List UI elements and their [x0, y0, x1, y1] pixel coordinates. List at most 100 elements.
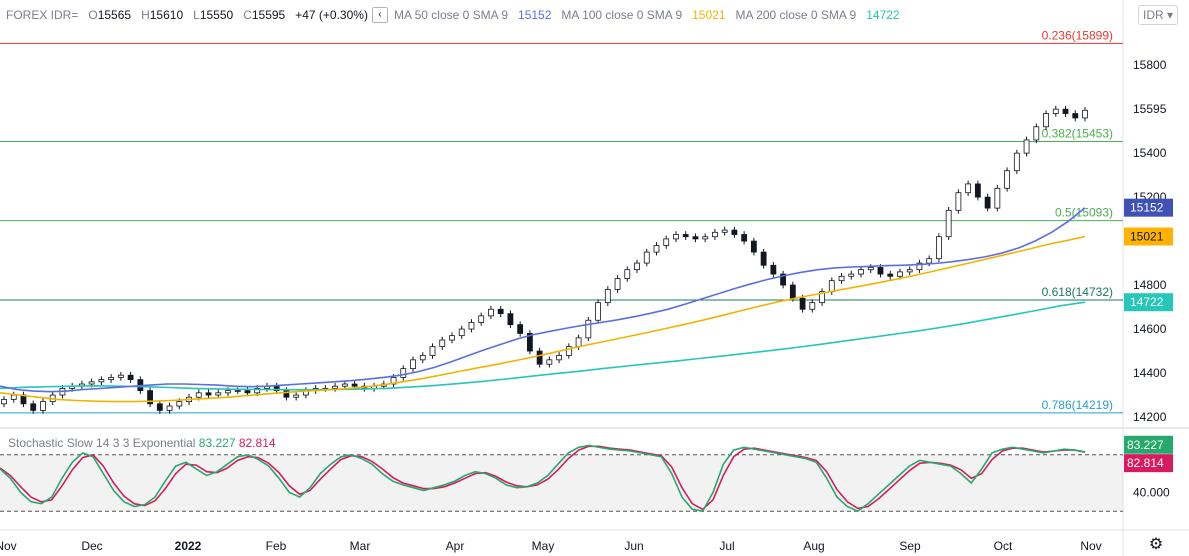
candle-body	[458, 328, 465, 337]
candle-body	[332, 385, 339, 389]
candle-body	[643, 251, 650, 264]
high-label: H	[141, 8, 150, 22]
moving-averages	[0, 207, 1086, 403]
fib-label: 0.236(15899)	[1042, 28, 1113, 42]
candle-body	[244, 390, 251, 394]
candle-body	[682, 234, 689, 238]
candle-body	[828, 280, 835, 293]
candle-body	[789, 284, 796, 299]
candle-body	[536, 350, 543, 365]
candle-body	[293, 394, 300, 398]
low-label: L	[193, 8, 200, 22]
candle-body	[1004, 170, 1010, 189]
close-value: 15595	[251, 8, 286, 22]
time-tick-label: Mar	[350, 539, 371, 553]
candle-body	[400, 368, 407, 378]
ma100-value: 15021	[692, 8, 726, 22]
time-tick-label: Dec	[81, 539, 102, 553]
candle-body	[10, 394, 17, 400]
gear-icon[interactable]: ⚙	[1147, 536, 1165, 554]
price-tick-label: 14400	[1133, 366, 1167, 380]
candle-body	[1, 399, 7, 405]
ma50-label: MA 50 close 0 SMA 9	[393, 8, 509, 22]
candle-body	[205, 392, 212, 396]
time-tick-label: May	[532, 539, 555, 553]
candle-body	[1043, 113, 1049, 128]
price-chart[interactable]: 0.236(15899)0.382(15453)0.5(15093)0.618(…	[0, 0, 1189, 556]
price-marker-label: 14722	[1130, 295, 1164, 309]
candle-body	[673, 234, 679, 240]
candle-body	[936, 236, 942, 260]
candle-body	[760, 251, 767, 266]
price-tick-label: 14600	[1133, 322, 1167, 336]
currency-select-value: IDR	[1143, 8, 1164, 22]
candle-body	[838, 275, 845, 282]
chart-legend: FOREX IDR= O 15565 H 15610 L 15550 C 15595 +…	[6, 7, 900, 23]
candle-body	[906, 269, 913, 273]
candle-body	[897, 271, 903, 277]
candle-body	[419, 355, 426, 361]
time-tick-label: 2022	[175, 539, 202, 553]
close-label: C	[243, 8, 252, 22]
time-tick-label: Nov	[1080, 539, 1101, 553]
candle-body	[984, 196, 991, 209]
candle-body	[166, 405, 173, 411]
candle-body	[507, 313, 514, 326]
price-tick-label: 14200	[1133, 410, 1167, 424]
candle-body	[341, 383, 348, 387]
time-tick-label: Nov	[0, 539, 17, 553]
candle-body	[410, 359, 416, 370]
ma200-label: MA 200 close 0 SMA 9	[735, 8, 857, 22]
ma100-label: MA 100 close 0 SMA 9	[561, 8, 683, 22]
candle-body	[439, 339, 446, 348]
candle-body	[98, 379, 105, 383]
candle-body	[478, 315, 485, 323]
currency-select[interactable]: IDR ▾	[1138, 5, 1178, 25]
candle-body	[575, 337, 582, 348]
candle-body	[215, 392, 222, 396]
time-tick-label: Jun	[624, 539, 643, 553]
chart-panels	[0, 0, 1189, 556]
ma200-value: 14722	[866, 8, 900, 22]
price-tick-label: 15800	[1133, 58, 1167, 72]
candle-body	[30, 403, 37, 411]
candle-body	[955, 192, 962, 211]
candle-body	[585, 319, 592, 339]
candle-body	[1013, 152, 1020, 172]
stoch-marker-label: 82.814	[1127, 456, 1164, 470]
stoch-d-value: 82.814	[238, 436, 276, 450]
candle-body	[624, 269, 631, 279]
candle-body	[731, 229, 738, 235]
candlestick-series	[1, 105, 1088, 414]
fib-label: 0.382(15453)	[1042, 126, 1113, 140]
candle-body	[40, 401, 46, 411]
candle-body	[848, 273, 855, 277]
candle-body	[702, 236, 709, 240]
low-value: 15550	[199, 8, 234, 22]
candle-body	[429, 346, 436, 356]
candle-body	[517, 324, 524, 334]
fib-label: 0.786(14219)	[1042, 398, 1113, 412]
candle-body	[225, 390, 231, 394]
candle-body	[926, 258, 933, 264]
price-tick-label: 15400	[1133, 146, 1167, 160]
time-tick-label: Oct	[994, 539, 1013, 553]
stochastic-label: Stochastic Slow 14 3 3 Exponential	[8, 436, 196, 450]
candle-body	[1062, 108, 1069, 114]
chevron-left-icon[interactable]: ‹	[371, 7, 388, 23]
symbol-label: FOREX IDR=	[6, 8, 79, 22]
candle-body	[595, 302, 601, 321]
price-tick-label: 14800	[1133, 278, 1167, 292]
stoch-marker-label: 83.227	[1127, 438, 1164, 452]
candle-body	[234, 390, 241, 393]
candle-body	[127, 374, 134, 381]
candle-body	[858, 269, 864, 275]
price-tick-label: 15595	[1133, 102, 1167, 116]
candle-body	[741, 234, 748, 242]
candle-body	[634, 262, 640, 271]
candle-body	[721, 229, 728, 233]
candle-body	[546, 359, 553, 365]
stoch-axis-label: 40.000	[1133, 485, 1170, 499]
open-value: 15565	[97, 8, 132, 22]
candle-body	[1023, 139, 1030, 154]
